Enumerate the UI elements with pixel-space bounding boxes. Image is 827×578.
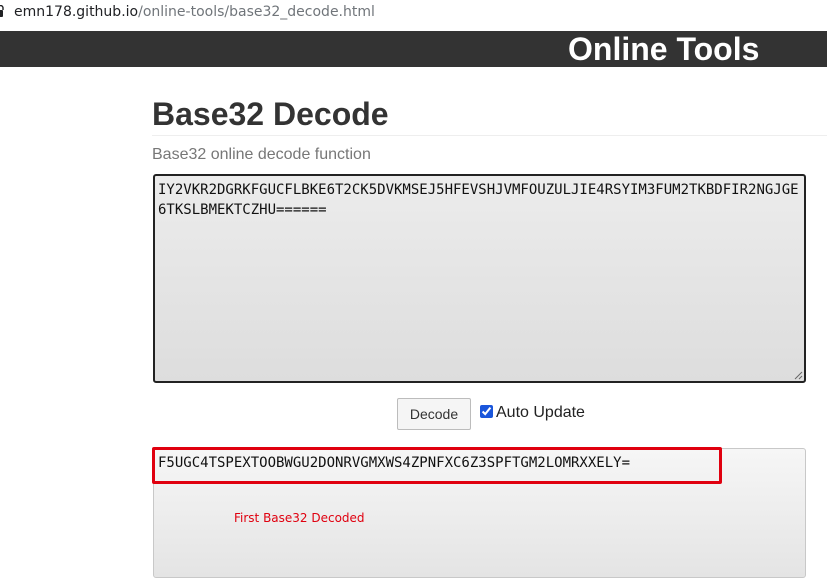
auto-update-label[interactable]: Auto Update	[496, 404, 585, 422]
resize-handle-icon[interactable]	[793, 370, 803, 380]
url-host: emn178.github.io	[14, 4, 139, 20]
address-bar[interactable]: emn178.github.io/online-tools/base32_dec…	[0, 0, 827, 27]
url-path: /online-tools/base32_decode.html	[138, 4, 375, 20]
input-textarea[interactable]: IY2VKR2DGRKFGUCFLBKE6T2CK5DVKMSEJ5HFEVSH…	[153, 174, 806, 383]
page-subtitle: Base32 online decode function	[152, 146, 371, 163]
site-header: Online Tools	[0, 31, 827, 67]
output-annotation: First Base32 Decoded	[234, 511, 365, 525]
auto-update-checkbox[interactable]	[480, 405, 493, 418]
page-title: Base32 Decode	[152, 96, 389, 132]
decode-button[interactable]: Decode	[397, 398, 471, 430]
title-divider	[152, 135, 827, 136]
site-title[interactable]: Online Tools	[568, 31, 759, 67]
output-highlight-box	[152, 447, 722, 484]
site-info-icon[interactable]	[0, 5, 4, 18]
url-text[interactable]: emn178.github.io/online-tools/base32_dec…	[14, 4, 375, 20]
